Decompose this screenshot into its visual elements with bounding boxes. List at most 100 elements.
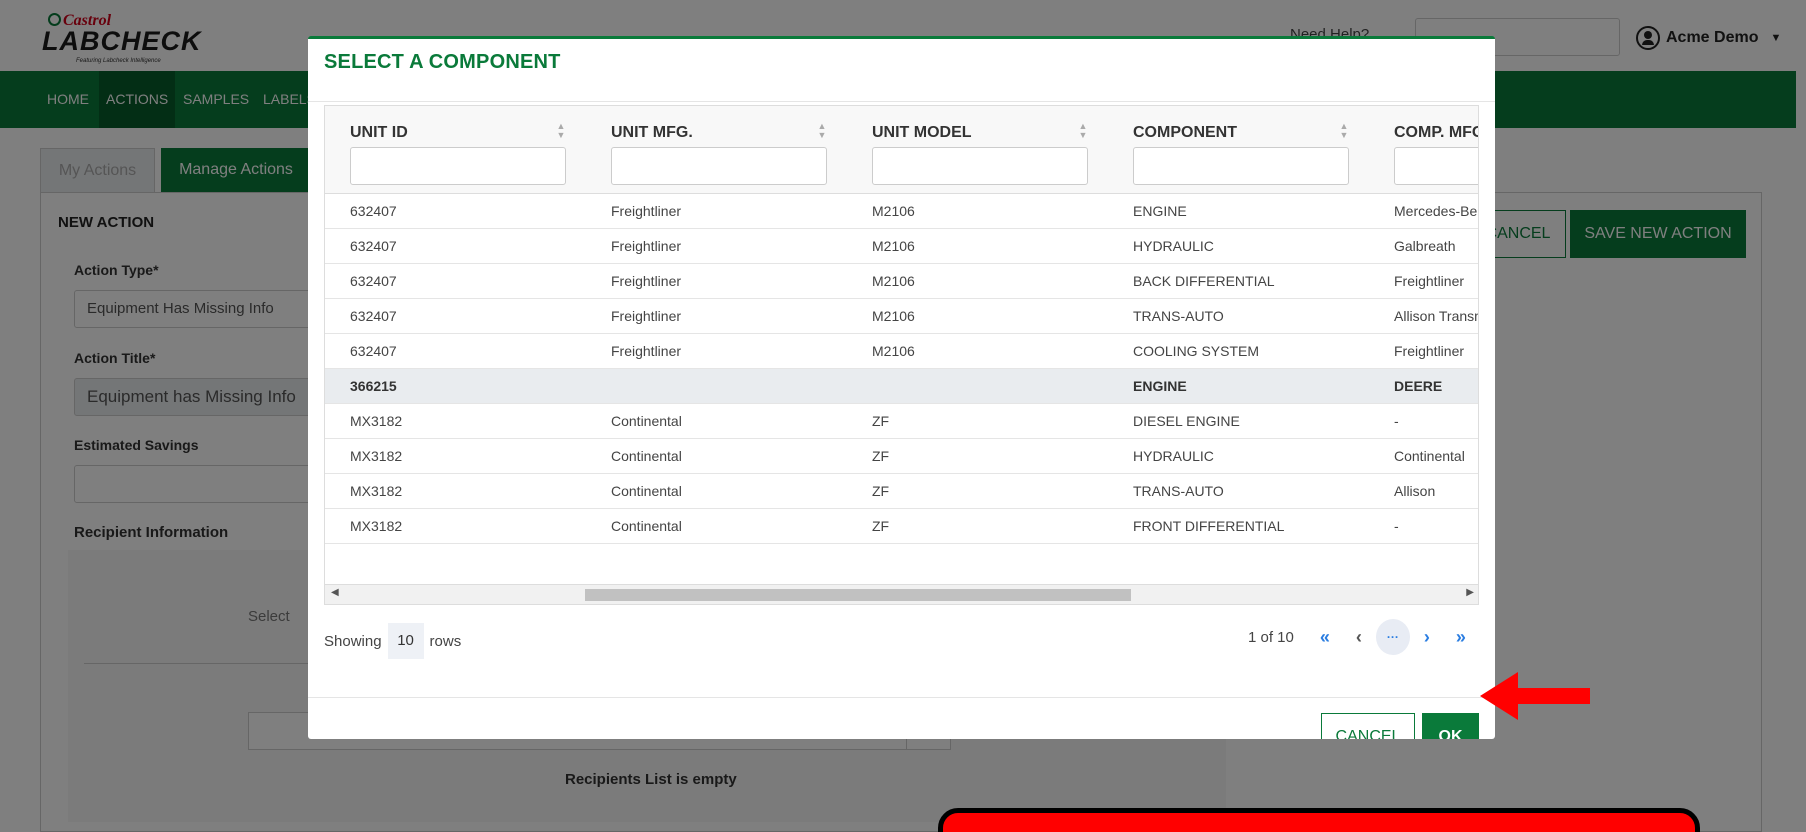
table-cell: BACK DIFFERENTIAL <box>1133 273 1275 289</box>
table-cell: Freightliner <box>611 343 682 359</box>
filter-unit-mfg-input[interactable] <box>611 147 827 185</box>
select-component-modal: SELECT A COMPONENT UNIT ID ▲ ▼ UNIT MFG. … <box>308 36 1495 739</box>
table-cell: COOLING SYSTEM <box>1133 343 1260 359</box>
prev-page-icon[interactable]: ‹ <box>1342 619 1376 655</box>
col-unit-mfg-title[interactable]: UNIT MFG. <box>611 124 693 142</box>
scrollbar-thumb[interactable] <box>585 589 1131 601</box>
table-cell: MX3182 <box>350 483 403 499</box>
table-cell: Freightliner <box>1394 273 1465 289</box>
table-cell: 632407 <box>350 343 397 359</box>
table-cell: 632407 <box>350 273 397 289</box>
table-cell: Freightliner <box>611 203 682 219</box>
grid-header: UNIT ID ▲ ▼ UNIT MFG. ▲ ▼ UNIT MODEL ▲ ▼ CO… <box>325 106 1478 194</box>
horizontal-scrollbar[interactable]: ◀ ▶ <box>325 584 1478 604</box>
next-page-icon[interactable]: › <box>1410 619 1444 655</box>
col-unit-id-title[interactable]: UNIT ID <box>350 124 408 142</box>
last-page-icon[interactable]: » <box>1444 619 1478 655</box>
col-component-title[interactable]: COMPONENT <box>1133 124 1237 142</box>
sort-icon[interactable]: ▲ ▼ <box>816 122 828 140</box>
pagination: 1 of 10 « ‹ ··· › » <box>1248 619 1478 655</box>
col-unit-mfg: UNIT MFG. ▲ ▼ <box>586 106 846 194</box>
page-info: 1 of 10 <box>1248 628 1294 646</box>
table-cell: - <box>1394 518 1399 534</box>
table-cell: MX3182 <box>350 448 403 464</box>
modal-title: SELECT A COMPONENT <box>324 51 561 73</box>
rows-per-page: Showing 10 rows <box>324 623 461 659</box>
table-cell <box>611 369 841 404</box>
table-cell: ENGINE <box>1133 378 1187 394</box>
scroll-right-icon[interactable]: ▶ <box>1466 587 1474 598</box>
showing-label: Showing <box>324 632 382 650</box>
filter-comp-mfg-input[interactable] <box>1394 147 1478 185</box>
filter-unit-model-input[interactable] <box>872 147 1088 185</box>
component-grid: UNIT ID ▲ ▼ UNIT MFG. ▲ ▼ UNIT MODEL ▲ ▼ CO… <box>324 105 1479 605</box>
table-cell: Continental <box>611 448 682 464</box>
table-cell: ZF <box>872 483 890 499</box>
modal-ok-button[interactable]: OK <box>1422 713 1479 739</box>
scroll-left-icon[interactable]: ◀ <box>331 587 339 598</box>
table-cell: HYDRAULIC <box>1133 238 1214 254</box>
table-cell: Continental <box>611 413 682 429</box>
table-cell: Freightliner <box>611 308 682 324</box>
table-cell: Galbreath <box>1394 238 1456 254</box>
table-cell: TRANS-AUTO <box>1133 308 1224 324</box>
table-row[interactable]: 632407 Freightliner M2106 COOLING SYSTEM Fre… <box>325 334 1478 369</box>
table-cell: - <box>1394 413 1399 429</box>
rows-label: rows <box>429 632 462 650</box>
table-cell: DIESEL ENGINE <box>1133 413 1240 429</box>
annotation-callout <box>938 808 1700 832</box>
annotation-arrow-icon <box>1480 672 1590 720</box>
sort-icon[interactable]: ▲ ▼ <box>1338 122 1350 140</box>
first-page-icon[interactable]: « <box>1308 619 1342 655</box>
table-cell: Freightliner <box>1394 343 1465 359</box>
table-cell: Mercedes-Benz <box>1394 203 1478 219</box>
table-cell: TRANS-AUTO <box>1133 483 1224 499</box>
table-row[interactable]: 632407 Freightliner M2106 TRANS-AUTO Allison… <box>325 299 1478 334</box>
table-cell: 366215 <box>350 378 397 394</box>
table-row[interactable]: MX3182 Continental ZF HYDRAULIC Continental <box>325 439 1478 474</box>
table-cell: MX3182 <box>350 413 403 429</box>
current-page-indicator[interactable]: ··· <box>1375 619 1410 655</box>
table-cell: Continental <box>1394 448 1465 464</box>
table-cell: Allison Transmission <box>1394 308 1478 324</box>
table-cell: 632407 <box>350 203 397 219</box>
table-cell: 632407 <box>350 308 397 324</box>
col-comp-mfg-title[interactable]: COMP. MFG. <box>1394 124 1478 142</box>
col-component: COMPONENT ▲ ▼ <box>1108 106 1368 194</box>
table-cell: M2106 <box>872 238 915 254</box>
table-row[interactable]: MX3182 Continental ZF FRONT DIFFERENTIAL - <box>325 509 1478 544</box>
table-cell: Freightliner <box>611 273 682 289</box>
modal-footer-divider <box>308 697 1495 698</box>
table-cell: M2106 <box>872 273 915 289</box>
table-row[interactable]: MX3182 Continental ZF TRANS-AUTO Allison <box>325 474 1478 509</box>
table-cell: M2106 <box>872 308 915 324</box>
filter-unit-id-input[interactable] <box>350 147 566 185</box>
table-row[interactable]: 632407 Freightliner M2106 ENGINE Mercedes-Be… <box>325 194 1478 229</box>
table-cell: M2106 <box>872 203 915 219</box>
table-cell: 632407 <box>350 238 397 254</box>
rows-per-page-select[interactable]: 10 <box>387 623 424 659</box>
col-unit-model-title[interactable]: UNIT MODEL <box>872 124 972 142</box>
filter-component-input[interactable] <box>1133 147 1349 185</box>
table-cell: FRONT DIFFERENTIAL <box>1133 518 1285 534</box>
table-cell: ENGINE <box>1133 203 1187 219</box>
table-cell <box>872 369 1102 404</box>
col-unit-id: UNIT ID ▲ ▼ <box>325 106 585 194</box>
sort-icon[interactable]: ▲ ▼ <box>1077 122 1089 140</box>
table-cell: Freightliner <box>611 238 682 254</box>
table-cell: Allison <box>1394 483 1436 499</box>
table-cell: DEERE <box>1394 378 1443 394</box>
table-cell: HYDRAULIC <box>1133 448 1214 464</box>
table-cell: M2106 <box>872 343 915 359</box>
table-cell: Continental <box>611 518 682 534</box>
table-row[interactable]: 366215 ENGINE DEERE <box>325 369 1478 404</box>
modal-header-divider <box>308 101 1495 102</box>
table-row[interactable]: 632407 Freightliner M2106 BACK DIFFERENTIAL… <box>325 264 1478 299</box>
table-cell: MX3182 <box>350 518 403 534</box>
sort-icon[interactable]: ▲ ▼ <box>555 122 567 140</box>
modal-cancel-button[interactable]: CANCEL <box>1321 713 1415 739</box>
table-row[interactable]: 632407 Freightliner M2106 HYDRAULIC Galbreat… <box>325 229 1478 264</box>
table-row[interactable]: MX3182 Continental ZF DIESEL ENGINE - <box>325 404 1478 439</box>
table-cell: ZF <box>872 518 890 534</box>
table-cell: ZF <box>872 448 890 464</box>
